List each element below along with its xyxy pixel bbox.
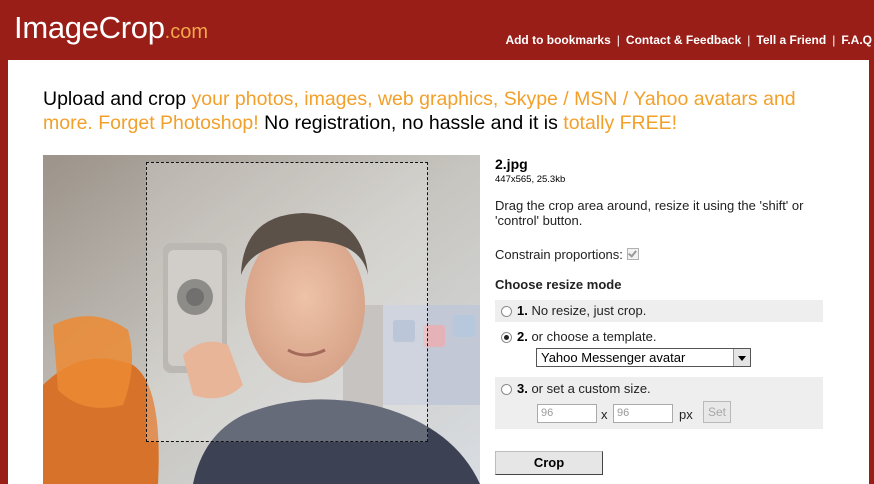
logo-text: ImageCrop	[14, 10, 165, 45]
resize-option-custom-size: 3. or set a custom size. 96 x 96 px Set	[495, 377, 823, 429]
tell-a-friend-link[interactable]: Tell a Friend	[756, 33, 826, 47]
site-logo[interactable]: ImageCrop.com	[14, 10, 208, 50]
custom-size-label: 3. or set a custom size.	[517, 381, 651, 396]
template-label: 2. or choose a template.	[517, 329, 657, 344]
nav-separator: |	[832, 33, 836, 47]
file-info: 447x565, 25.3kb	[495, 174, 566, 185]
nav-separator: |	[616, 33, 620, 47]
constrain-proportions-row: Constrain proportions:	[495, 247, 639, 262]
logo-domain: .com	[164, 21, 208, 43]
custom-size-radio[interactable]	[501, 384, 512, 395]
headline-highlight-2: totally FREE!	[563, 112, 678, 134]
resize-option-no-resize: 1. No resize, just crop.	[495, 300, 823, 322]
constrain-proportions-label: Constrain proportions:	[495, 247, 623, 262]
site-header: ImageCrop.com Add to bookmarks | Contact &…	[0, 0, 874, 60]
crop-area-selection[interactable]	[146, 162, 428, 442]
add-to-bookmarks-link[interactable]: Add to bookmarks	[505, 33, 610, 47]
page-frame-right	[869, 60, 874, 484]
resize-option-template: 2. or choose a template. Yahoo Messenger…	[495, 327, 823, 375]
top-navigation: Add to bookmarks | Contact & Feedback | Tell…	[505, 33, 872, 47]
unit-label: px	[679, 407, 693, 422]
no-resize-radio[interactable]	[501, 306, 512, 317]
nav-separator: |	[747, 33, 751, 47]
template-select[interactable]: Yahoo Messenger avatar	[536, 348, 751, 367]
set-size-button[interactable]: Set	[703, 401, 731, 423]
dimension-separator: x	[601, 407, 608, 422]
resize-mode-heading: Choose resize mode	[495, 277, 622, 292]
custom-height-input[interactable]: 96	[613, 404, 673, 423]
faq-link[interactable]: F.A.Q	[841, 33, 872, 47]
template-radio[interactable]	[501, 332, 512, 343]
custom-width-input[interactable]: 96	[537, 404, 597, 423]
file-name: 2.jpg	[495, 156, 528, 172]
headline-text-2: No registration, no hassle and it is	[258, 112, 564, 134]
crop-button[interactable]: Crop	[495, 451, 603, 475]
chevron-down-icon[interactable]	[733, 349, 750, 366]
page-frame-left	[0, 60, 8, 484]
page-headline: Upload and crop your photos, images, web…	[43, 87, 843, 135]
no-resize-label: 1. No resize, just crop.	[517, 303, 647, 318]
crop-instructions: Drag the crop area around, resize it usi…	[495, 198, 804, 228]
template-select-value: Yahoo Messenger avatar	[541, 350, 686, 365]
headline-text-1: Upload and crop	[43, 88, 192, 110]
contact-feedback-link[interactable]: Contact & Feedback	[626, 33, 741, 47]
constrain-proportions-checkbox[interactable]	[626, 248, 639, 260]
